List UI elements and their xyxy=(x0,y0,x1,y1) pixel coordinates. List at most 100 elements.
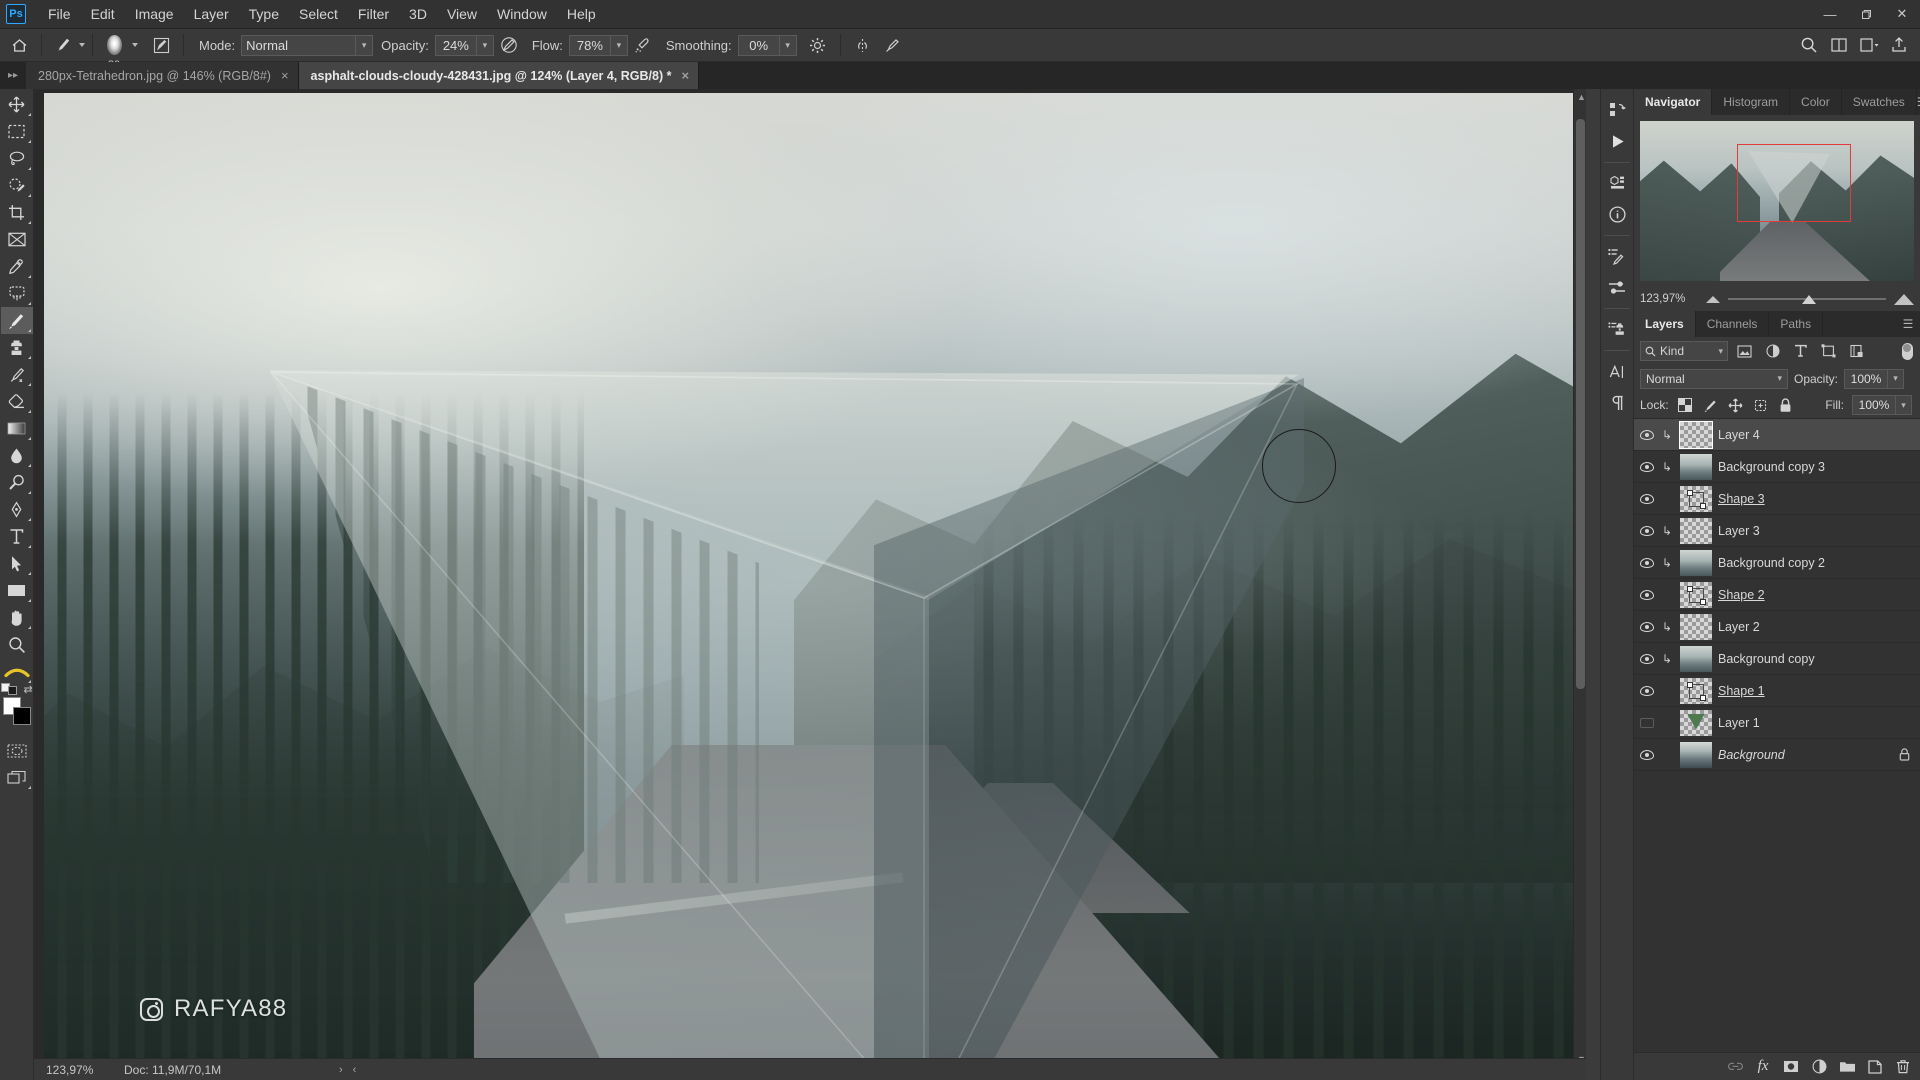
layer-visibility-toggle[interactable] xyxy=(1634,525,1660,536)
status-prev-arrow-icon[interactable]: ‹ xyxy=(353,1064,357,1076)
layer-visibility-toggle[interactable] xyxy=(1634,461,1660,472)
navigator-view-box[interactable] xyxy=(1737,144,1851,222)
layer-name[interactable]: Shape 2 xyxy=(1718,588,1920,602)
menu-window[interactable]: Window xyxy=(487,2,557,26)
layer-name[interactable]: Layer 1 xyxy=(1718,716,1920,730)
tab-swatches[interactable]: Swatches xyxy=(1841,89,1917,115)
share-icon[interactable] xyxy=(1884,32,1914,58)
layer-name[interactable]: Background xyxy=(1718,748,1899,762)
pressure-controls-opacity-button[interactable] xyxy=(494,32,524,58)
brush-tool[interactable] xyxy=(0,307,33,334)
filter-pixel-icon[interactable] xyxy=(1733,340,1756,362)
document-tab-tetrahedron[interactable]: 280px-Tetrahedron.jpg @ 146% (RGB/8#) × xyxy=(26,62,299,89)
play-actions-icon[interactable] xyxy=(1602,126,1632,157)
navigator-thumbnail[interactable] xyxy=(1640,121,1914,281)
menu-view[interactable]: View xyxy=(437,2,487,26)
layer-thumbnail[interactable] xyxy=(1674,581,1718,608)
menu-type[interactable]: Type xyxy=(239,2,289,26)
dodge-tool[interactable] xyxy=(1,469,33,496)
layer-visibility-toggle[interactable] xyxy=(1634,429,1660,440)
layer-name[interactable]: Background copy 3 xyxy=(1718,460,1920,474)
layer-name[interactable]: Layer 3 xyxy=(1718,524,1920,538)
scroll-up-arrow-icon[interactable]: ▲ xyxy=(1577,92,1586,102)
filter-type-icon[interactable] xyxy=(1789,340,1812,362)
layer-name[interactable]: Background copy xyxy=(1718,652,1920,666)
layer-thumbnail[interactable] xyxy=(1674,453,1718,480)
link-layers-icon[interactable] xyxy=(1722,1054,1748,1080)
layer-visibility-toggle[interactable] xyxy=(1634,749,1660,760)
lock-image-pixels-icon[interactable] xyxy=(1702,397,1719,414)
airbrush-button[interactable] xyxy=(628,32,658,58)
smoothing-input[interactable]: 0% ▾ xyxy=(737,34,797,56)
search-icon[interactable] xyxy=(1794,32,1824,58)
blend-mode-select[interactable]: Normal ▾ xyxy=(241,34,374,56)
navigator-slider-knob[interactable] xyxy=(1802,294,1817,304)
layer-style-fx-icon[interactable]: fx xyxy=(1750,1054,1776,1080)
table-row[interactable]: ↳ Layer 3 xyxy=(1634,515,1920,547)
panel-menu-icon[interactable]: ☰ xyxy=(1896,311,1920,337)
rectangular-marquee-tool[interactable] xyxy=(1,118,33,145)
new-group-icon[interactable] xyxy=(1834,1054,1860,1080)
tab-bar-expand-icon[interactable]: ▸▸ xyxy=(0,62,26,89)
new-layer-icon[interactable] xyxy=(1862,1054,1888,1080)
lock-transparent-pixels-icon[interactable] xyxy=(1677,397,1694,414)
screen-mode-button[interactable] xyxy=(1,764,33,791)
layer-thumbnail[interactable] xyxy=(1674,709,1718,736)
delete-layer-icon[interactable] xyxy=(1890,1054,1916,1080)
layer-thumbnail[interactable] xyxy=(1674,517,1718,544)
rectangle-tool[interactable] xyxy=(1,577,33,604)
menu-file[interactable]: File xyxy=(38,2,81,26)
workspace-switcher-icon[interactable] xyxy=(1854,32,1884,58)
lock-all-icon[interactable] xyxy=(1777,397,1794,414)
document-image[interactable]: RAFYA88 xyxy=(44,93,1574,1065)
brush-preset-picker[interactable]: 80 xyxy=(100,32,128,71)
menu-help[interactable]: Help xyxy=(557,2,606,26)
canvas-area[interactable]: RAFYA88 ▲ ▼ xyxy=(34,89,1586,1080)
eyedropper-tool[interactable] xyxy=(1,253,33,280)
layer-name[interactable]: Background copy 2 xyxy=(1718,556,1920,570)
tab-close-icon[interactable]: × xyxy=(281,68,289,83)
zoom-out-mountain-icon[interactable] xyxy=(1706,295,1720,303)
navigator-zoom-slider[interactable] xyxy=(1728,292,1886,306)
layer-name[interactable]: Layer 4 xyxy=(1718,428,1920,442)
layer-thumbnail[interactable] xyxy=(1674,420,1718,449)
symmetry-painting-button[interactable] xyxy=(848,32,878,58)
menu-edit[interactable]: Edit xyxy=(81,2,125,26)
add-layer-mask-icon[interactable] xyxy=(1778,1054,1804,1080)
path-selection-tool[interactable] xyxy=(1,550,33,577)
layer-thumbnail[interactable] xyxy=(1674,645,1718,672)
canvas-vertical-scrollbar[interactable]: ▲ ▼ xyxy=(1573,89,1586,1080)
info-icon[interactable] xyxy=(1602,199,1632,230)
table-row[interactable]: Shape 3 xyxy=(1634,483,1920,515)
layer-visibility-toggle[interactable] xyxy=(1634,589,1660,600)
layer-thumbnail[interactable] xyxy=(1674,485,1718,512)
table-row[interactable]: Background xyxy=(1634,739,1920,771)
document-tab-asphalt-clouds[interactable]: asphalt-clouds-cloudy-428431.jpg @ 124% … xyxy=(298,62,700,89)
layer-thumbnail[interactable] xyxy=(1674,549,1718,576)
crop-tool[interactable] xyxy=(1,199,33,226)
tab-navigator[interactable]: Navigator xyxy=(1634,89,1713,115)
table-row[interactable]: Layer 1 xyxy=(1634,707,1920,739)
minimize-button[interactable]: — xyxy=(1812,0,1848,29)
close-button[interactable]: ✕ xyxy=(1884,0,1920,29)
filter-smartobject-icon[interactable] xyxy=(1845,340,1868,362)
table-row[interactable]: ↳ Layer 2 xyxy=(1634,611,1920,643)
smoothing-options-gear-icon[interactable] xyxy=(803,32,833,58)
layer-blend-mode-select[interactable]: Normal ▾ xyxy=(1640,368,1788,389)
home-button[interactable] xyxy=(4,32,34,58)
menu-image[interactable]: Image xyxy=(125,2,184,26)
blur-tool[interactable] xyxy=(1,442,33,469)
flow-input[interactable]: 78% ▾ xyxy=(568,34,628,56)
pen-tool[interactable] xyxy=(1,496,33,523)
quick-selection-tool[interactable] xyxy=(1,172,33,199)
opacity-input[interactable]: 24% ▾ xyxy=(434,34,494,56)
layer-thumbnail[interactable] xyxy=(1674,613,1718,640)
layer-name[interactable]: Shape 3 xyxy=(1718,492,1920,506)
tab-color[interactable]: Color xyxy=(1790,89,1842,115)
edit-toolbar-button[interactable] xyxy=(1,658,33,685)
menu-filter[interactable]: Filter xyxy=(348,2,399,26)
table-row[interactable]: ↳ Background copy 2 xyxy=(1634,547,1920,579)
status-zoom-level[interactable]: 123,97% xyxy=(34,1063,124,1077)
layer-visibility-toggle[interactable] xyxy=(1634,493,1660,504)
status-next-arrow-icon[interactable]: › xyxy=(339,1064,343,1076)
